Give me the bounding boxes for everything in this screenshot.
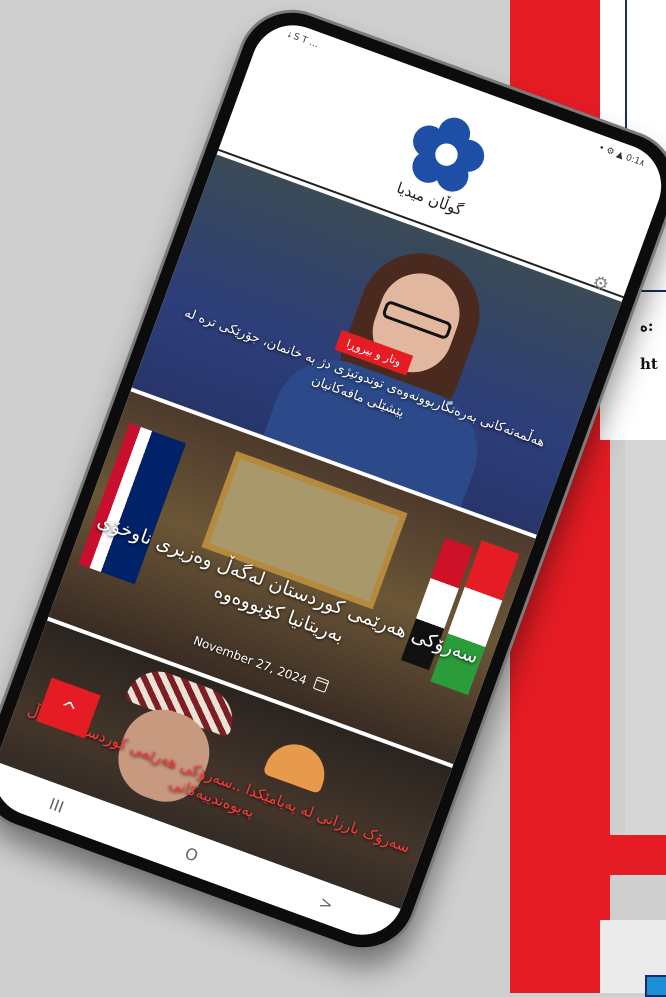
status-bar-left: ﮤ ‪S‬ ‪T‬ ‪…‬: [286, 29, 320, 51]
calendar-icon: [313, 676, 330, 694]
recent-apps-icon[interactable]: III: [47, 794, 67, 817]
back-icon[interactable]: >: [317, 892, 336, 914]
background-blue-chip: [645, 975, 666, 997]
photo-lamp: [262, 735, 333, 795]
background-text-line1: ه:: [640, 317, 654, 335]
home-icon[interactable]: O: [183, 843, 201, 865]
background-lower-red-band: [560, 835, 666, 875]
background-text-line2: ht: [640, 355, 658, 373]
background-grey-panel: [625, 440, 666, 835]
